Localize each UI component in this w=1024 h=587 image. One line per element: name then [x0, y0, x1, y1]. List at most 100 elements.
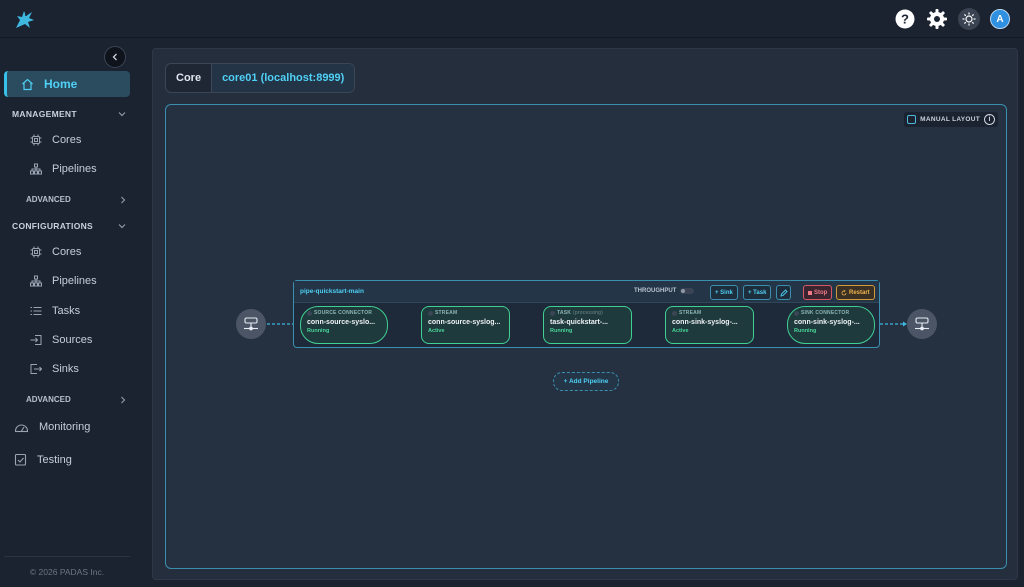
sidebar-item-config-sources[interactable]: Sources [30, 334, 92, 346]
node-type-icon [550, 310, 555, 316]
chevron-right-icon [121, 196, 126, 203]
button-label: + Task [748, 289, 767, 296]
management-advanced-toggle[interactable]: ADVANCED [26, 195, 126, 204]
stop-button[interactable]: Stop [803, 285, 833, 300]
gauge-icon [14, 424, 29, 433]
hierarchy-icon [30, 275, 42, 287]
pipeline-output-endpoint[interactable] [907, 309, 937, 339]
node-name: conn-source-syslo... [307, 319, 376, 326]
node-name: conn-source-syslog... [428, 319, 501, 326]
help-icon[interactable]: ? [894, 8, 916, 30]
pipeline-header: pipe-quickstart-main THROUGHPUT + Sink +… [294, 281, 879, 303]
sidebar-item-config-tasks[interactable]: Tasks [30, 305, 80, 317]
button-label: + Sink [715, 289, 733, 296]
core-selector[interactable]: Core core01 (localhost:8999) [165, 63, 356, 93]
add-pipeline-button[interactable]: + Add Pipeline [553, 372, 619, 391]
sidebar: Home MANAGEMENT Cores Pipelines ADVANCED… [0, 38, 138, 587]
node-status: Active [428, 328, 445, 334]
source-icon [30, 335, 42, 345]
chevron-down-icon [118, 112, 126, 117]
stream-node-source[interactable]: STREAM conn-source-syslog... Active [421, 306, 510, 344]
pipeline-group[interactable]: pipe-quickstart-main THROUGHPUT + Sink +… [293, 280, 880, 348]
svg-text:?: ? [901, 12, 909, 27]
button-label: Restart [849, 289, 870, 296]
node-name: task-quickstart-... [550, 319, 608, 326]
add-task-button[interactable]: + Task [743, 285, 772, 300]
gear-icon[interactable] [926, 8, 948, 30]
node-type-icon [307, 310, 312, 316]
sidebar-item-management-cores[interactable]: Cores [30, 134, 81, 146]
edit-pipeline-button[interactable] [776, 285, 791, 300]
sidebar-item-label: Cores [52, 246, 82, 258]
sidebar-item-config-cores[interactable]: Cores [30, 246, 81, 258]
list-icon [30, 307, 42, 315]
dragon-logo-icon[interactable] [12, 6, 38, 32]
section-title: MANAGEMENT [12, 109, 77, 119]
node-name: conn-sink-syslog-... [794, 319, 860, 326]
advanced-label: ADVANCED [26, 395, 71, 404]
sidebar-item-label: Sinks [52, 363, 79, 375]
configurations-advanced-toggle[interactable]: ADVANCED [26, 395, 126, 404]
node-type-icon [794, 310, 799, 316]
collapse-sidebar-button[interactable] [104, 46, 126, 68]
sidebar-item-testing[interactable]: Testing [14, 453, 72, 466]
clipboard-check-icon [14, 453, 27, 466]
chip-icon [30, 246, 42, 258]
sun-icon [962, 12, 976, 26]
network-node-icon [915, 317, 929, 331]
node-status: Running [550, 328, 573, 334]
add-sink-button[interactable]: + Sink [710, 285, 738, 300]
copyright-footer: © 2026 PADAS Inc. [4, 556, 130, 577]
throughput-switch[interactable] [680, 288, 695, 294]
sidebar-item-monitoring[interactable]: Monitoring [14, 421, 90, 433]
node-type-icon [428, 310, 433, 316]
chevron-left-icon [112, 53, 117, 61]
sidebar-item-label: Tasks [52, 305, 81, 317]
sidebar-item-label: Pipelines [52, 163, 97, 175]
node-type: STREAM [679, 310, 702, 316]
core-selector-value[interactable]: core01 (localhost:8999) [212, 64, 355, 92]
button-label: Stop [814, 289, 828, 296]
sidebar-item-config-sinks[interactable]: Sinks [30, 363, 79, 375]
hierarchy-icon [30, 163, 42, 175]
throughput-label: THROUGHPUT [634, 288, 677, 294]
source-connector-node[interactable]: SOURCE CONNECTOR conn-source-syslo... Ru… [300, 306, 388, 344]
management-section-header[interactable]: MANAGEMENT [12, 109, 126, 119]
sidebar-item-label: Sources [52, 334, 93, 346]
sink-connector-node[interactable]: SINK CONNECTOR conn-sink-syslog-... Runn… [787, 306, 875, 344]
network-node-icon [244, 317, 258, 331]
sidebar-item-label: Monitoring [39, 421, 91, 433]
restart-button[interactable]: Restart [836, 285, 875, 300]
node-type: TASK [557, 310, 572, 316]
theme-toggle-button[interactable] [958, 8, 980, 30]
sink-icon [30, 364, 42, 374]
pipeline-input-endpoint[interactable] [236, 309, 266, 339]
node-status: Running [307, 328, 330, 334]
sidebar-item-home[interactable]: Home [4, 71, 130, 97]
sidebar-item-label: Cores [52, 134, 82, 146]
pipeline-canvas[interactable]: MANUAL LAYOUT i pipe-quickstart-main THR… [165, 104, 1007, 569]
sidebar-item-label: Testing [37, 453, 72, 466]
sidebar-item-config-pipelines[interactable]: Pipelines [30, 275, 97, 287]
chip-icon [30, 134, 42, 146]
main-panel: Core core01 (localhost:8999) MANUAL LAYO… [152, 48, 1018, 580]
pencil-icon [779, 288, 788, 297]
chevron-right-icon [121, 396, 126, 403]
task-node[interactable]: TASK (processing) task-quickstart-... Run… [543, 306, 632, 344]
stop-icon [808, 290, 812, 295]
configurations-section-header[interactable]: CONFIGURATIONS [12, 221, 126, 231]
sidebar-item-management-pipelines[interactable]: Pipelines [30, 163, 97, 175]
avatar[interactable]: A [990, 9, 1010, 29]
sidebar-item-label: Home [44, 77, 78, 91]
section-title: CONFIGURATIONS [12, 221, 94, 231]
node-type: SOURCE CONNECTOR [314, 310, 373, 316]
core-selector-label: Core [166, 64, 213, 92]
node-type-icon [672, 310, 677, 316]
throughput-toggle[interactable]: THROUGHPUT [634, 288, 695, 294]
advanced-label: ADVANCED [26, 195, 71, 204]
chevron-down-icon [118, 224, 126, 229]
sidebar-item-label: Pipelines [52, 275, 97, 287]
stream-node-sink[interactable]: STREAM conn-sink-syslog-... Active [665, 306, 754, 344]
pipeline-name[interactable]: pipe-quickstart-main [300, 288, 364, 295]
node-status: Running [794, 328, 817, 334]
